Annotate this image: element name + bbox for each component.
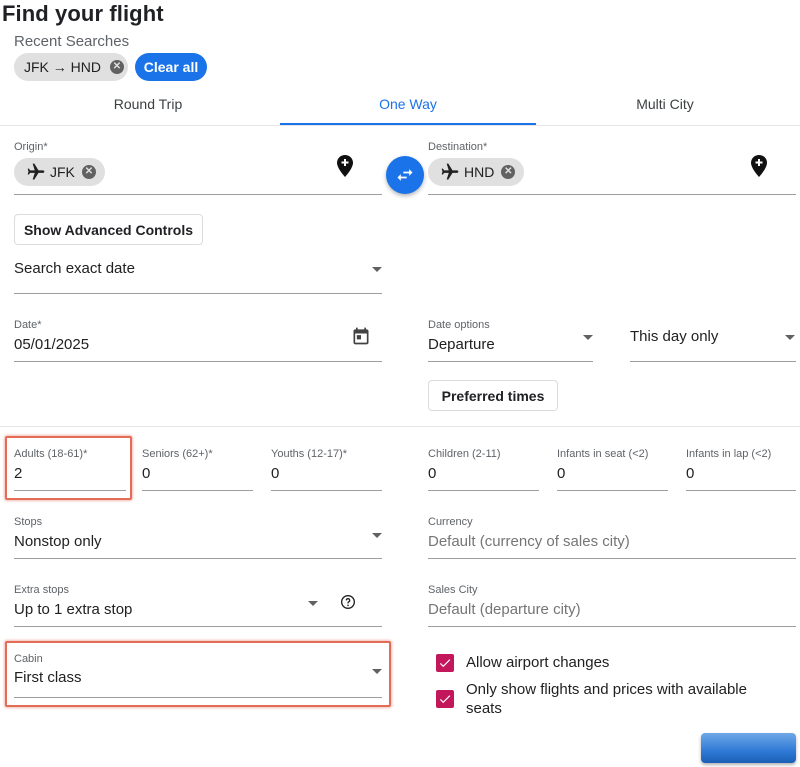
active-tab-indicator — [280, 123, 536, 125]
recent-search-chip-label: JFK → HND — [24, 59, 101, 75]
date-options-label: Date options — [428, 319, 490, 331]
section-divider — [0, 426, 800, 427]
check-icon — [438, 692, 452, 706]
origin-underline — [14, 194, 382, 195]
tab-multi-city[interactable]: Multi City — [580, 96, 750, 112]
children-input[interactable]: 0 — [428, 465, 436, 482]
swap-button[interactable] — [386, 156, 424, 194]
stops-select[interactable]: Nonstop only — [14, 533, 102, 550]
date-underline — [14, 361, 382, 362]
infants-lap-underline — [686, 490, 796, 491]
infants-seat-underline — [557, 490, 668, 491]
search-mode-underline — [14, 293, 382, 294]
tabs-divider — [0, 125, 800, 126]
day-scope-select[interactable]: This day only — [630, 328, 718, 345]
origin-chip[interactable]: JFK ✕ — [14, 158, 105, 186]
infants-lap-label: Infants in lap (<2) — [686, 448, 772, 460]
dropdown-caret-icon[interactable] — [308, 601, 318, 606]
youths-underline — [271, 490, 382, 491]
dropdown-caret-icon[interactable] — [583, 335, 593, 340]
available-seats-label-line1: Only show flights and prices with availa… — [466, 681, 747, 698]
preferred-times-button[interactable]: Preferred times — [428, 380, 558, 411]
page-title: Find your flight — [2, 1, 164, 26]
search-button[interactable] — [701, 733, 796, 763]
stops-underline — [14, 558, 382, 559]
available-seats-checkbox[interactable] — [436, 690, 454, 708]
destination-label: Destination* — [428, 141, 488, 153]
search-mode-select[interactable]: Search exact date — [14, 260, 135, 277]
dropdown-caret-icon[interactable] — [785, 335, 795, 340]
available-seats-label-line2: seats — [466, 700, 502, 717]
allow-airport-changes-label: Allow airport changes — [466, 654, 610, 671]
day-scope-underline — [630, 361, 796, 362]
show-advanced-controls-button[interactable]: Show Advanced Controls — [14, 214, 203, 245]
date-options-select[interactable]: Departure — [428, 336, 495, 353]
tab-one-way[interactable]: One Way — [280, 96, 536, 112]
destination-underline — [428, 194, 796, 195]
currency-label: Currency — [428, 516, 473, 528]
currency-underline — [428, 558, 796, 559]
close-icon[interactable]: ✕ — [110, 60, 124, 74]
adults-highlight-box — [5, 436, 132, 500]
date-label: Date* — [14, 319, 42, 331]
cabin-highlight-box — [5, 641, 391, 707]
clear-all-button[interactable]: Clear all — [135, 53, 207, 81]
children-label: Children (2-11) — [428, 448, 501, 460]
add-location-icon[interactable] — [335, 154, 355, 183]
tab-round-trip[interactable]: Round Trip — [60, 96, 236, 112]
add-location-icon[interactable] — [749, 154, 769, 183]
seniors-label: Seniors (62+)* — [142, 448, 213, 460]
help-icon[interactable] — [340, 594, 356, 615]
children-underline — [428, 490, 539, 491]
infants-lap-input[interactable]: 0 — [686, 465, 694, 482]
check-icon — [438, 656, 452, 670]
sales-city-input[interactable]: Default (departure city) — [428, 601, 581, 618]
extra-stops-label: Extra stops — [14, 584, 70, 596]
recent-searches-label: Recent Searches — [14, 33, 130, 50]
youths-input[interactable]: 0 — [271, 465, 279, 482]
sales-city-label: Sales City — [428, 584, 478, 596]
extra-stops-select[interactable]: Up to 1 extra stop — [14, 601, 132, 618]
seniors-input[interactable]: 0 — [142, 465, 150, 482]
allow-airport-changes-checkbox[interactable] — [436, 654, 454, 672]
date-input[interactable]: 05/01/2025 — [14, 336, 89, 353]
youths-label: Youths (12-17)* — [271, 448, 348, 460]
origin-label: Origin* — [14, 141, 48, 153]
airplane-icon — [26, 162, 46, 182]
available-seats-label: Only show flights and prices with availa… — [466, 680, 786, 718]
currency-input[interactable]: Default (currency of sales city) — [428, 533, 630, 550]
close-icon[interactable]: ✕ — [501, 165, 516, 179]
close-icon[interactable]: ✕ — [81, 165, 96, 179]
date-options-underline — [428, 361, 593, 362]
calendar-icon[interactable] — [351, 326, 371, 351]
destination-chip-label: HND — [464, 164, 495, 180]
swap-icon — [395, 165, 415, 185]
dropdown-caret-icon[interactable] — [372, 533, 382, 538]
infants-seat-input[interactable]: 0 — [557, 465, 565, 482]
seniors-underline — [142, 490, 253, 491]
infants-seat-label: Infants in seat (<2) — [557, 448, 649, 460]
dropdown-caret-icon[interactable] — [372, 267, 382, 272]
sales-city-underline — [428, 626, 796, 627]
airplane-icon — [440, 162, 460, 182]
extra-stops-underline — [14, 626, 382, 627]
destination-chip[interactable]: HND ✕ — [428, 158, 524, 186]
origin-chip-label: JFK — [50, 164, 75, 180]
recent-search-chip[interactable]: JFK → HND ✕ — [14, 53, 128, 81]
stops-label: Stops — [14, 516, 43, 528]
